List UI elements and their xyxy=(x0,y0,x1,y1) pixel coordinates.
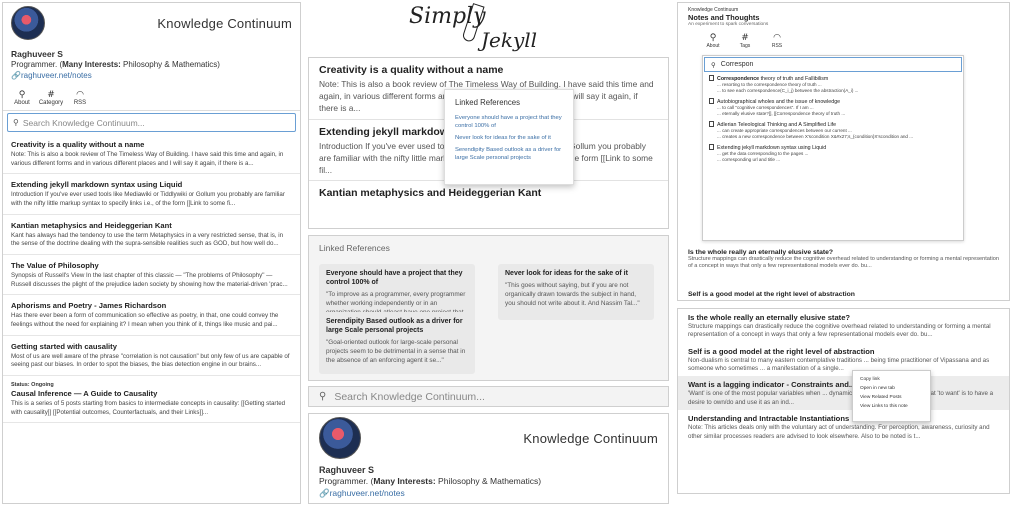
search-result[interactable]: Adlerian Teleological Thinking and A Sim… xyxy=(703,119,963,142)
menu-item-open-new-tab[interactable]: Open in new tab xyxy=(853,384,930,393)
site-title[interactable]: Knowledge Continuum xyxy=(157,16,292,31)
author-name: Raghuveer S xyxy=(11,49,63,59)
simply-jekyll-logo: Simply Jekyll xyxy=(409,3,538,52)
site-header-large: Knowledge Continuum Raghuveer S Programm… xyxy=(308,413,669,504)
document-icon xyxy=(709,120,714,127)
search-result[interactable]: Extending jekyll markdown syntax using L… xyxy=(703,142,963,165)
list-item[interactable]: Self is a good model at the right level … xyxy=(678,291,1009,298)
list-item[interactable]: Status: Ongoing Causal Inference — A Guid… xyxy=(3,376,300,424)
rss-icon: ◠ xyxy=(773,33,781,43)
avatar[interactable] xyxy=(319,417,361,459)
nav-tags[interactable]: # Tags xyxy=(732,33,758,49)
list-item[interactable]: Creativity is a quality without a name No… xyxy=(3,134,300,175)
popup-heading: Linked References xyxy=(455,98,521,107)
search-icon: ⚲ xyxy=(13,118,19,128)
reference-card[interactable]: Never look for ideas for the sake of it "… xyxy=(498,264,654,320)
popup-link[interactable]: Everyone should have a project that they… xyxy=(455,115,563,131)
profile: Raghuveer S Programmer. (Many Interests:… xyxy=(309,462,668,501)
nav-rss[interactable]: ◠ RSS xyxy=(764,33,790,49)
tagline: An experiment to spark conversations xyxy=(688,22,769,27)
linked-references-popup: Linked References Everyone should have a… xyxy=(444,89,574,185)
document-icon xyxy=(709,75,714,81)
reference-card[interactable]: Serendipity Based outlook as a driver fo… xyxy=(319,312,475,374)
list-item[interactable]: Is the whole really an eternally elusive… xyxy=(678,309,1009,343)
site-link[interactable]: 🔗raghuveer.net/notes xyxy=(11,71,292,82)
hash-icon: # xyxy=(47,90,55,101)
person-icon: ⚲ xyxy=(18,90,26,101)
nav-category[interactable]: # Category xyxy=(38,90,64,106)
search-input[interactable]: ⚲ Correspon xyxy=(704,57,962,72)
avatar[interactable] xyxy=(11,6,45,40)
popup-link[interactable]: Never look for ideas for the sake of it xyxy=(455,135,563,143)
nav-rss[interactable]: ◠ RSS xyxy=(67,90,93,106)
menu-item-links-to-note[interactable]: View Links to this note xyxy=(853,402,930,411)
list-item[interactable]: Getting started with causality Most of us… xyxy=(3,336,300,377)
list-item[interactable]: Aphorisms and Poetry - James Richardson H… xyxy=(3,295,300,336)
search-dropdown: ⚲ Correspon Correspondence theory of trut… xyxy=(702,55,964,241)
menu-item-related-posts[interactable]: View Related Posts xyxy=(853,393,930,402)
search-icon: ⚲ xyxy=(711,60,716,69)
page-title: Notes and Thoughts xyxy=(688,13,760,22)
document-icon xyxy=(709,97,714,104)
menu-item-copy-link[interactable]: Copy link xyxy=(853,375,930,384)
profile: Raghuveer S Programmer. (Many Interests:… xyxy=(3,43,300,86)
nav-about[interactable]: ⚲ About xyxy=(700,33,726,49)
person-icon: ⚲ xyxy=(709,33,717,43)
list-item[interactable]: Is the whole really an eternally elusive… xyxy=(678,249,1009,271)
search-input[interactable]: ⚲ Search Knowledge Continuum... xyxy=(308,386,669,407)
rss-icon: ◠ xyxy=(76,90,84,101)
nav-bar: ⚲ About # Tags ◠ RSS xyxy=(678,30,1009,52)
popup-link[interactable]: Serendipity Based outlook as a driver fo… xyxy=(455,147,563,163)
site-title[interactable]: Knowledge Continuum xyxy=(678,3,1009,13)
search-input[interactable]: ⚲ Search Knowledge Continuum... xyxy=(7,113,296,133)
nav-about[interactable]: ⚲ About xyxy=(9,90,35,106)
list-item[interactable]: Self is a good model at the right level … xyxy=(678,343,1009,377)
context-menu: Copy link Open in new tab View Related P… xyxy=(852,370,931,422)
site-header: Knowledge Continuum xyxy=(3,3,300,43)
list-item[interactable]: The Value of Philosophy Synopsis of Russe… xyxy=(3,255,300,296)
list-item[interactable]: Kantian metaphysics and Heideggerian Kan… xyxy=(3,215,300,256)
author-bio: Programmer. (Many Interests: Philosophy … xyxy=(319,476,542,487)
list-item[interactable]: Extending jekyll markdown syntax using L… xyxy=(3,174,300,215)
list-item[interactable]: Want is a lagging indicator - Constraint… xyxy=(678,376,1009,411)
hash-icon: # xyxy=(741,33,749,43)
linked-references-heading: Linked References xyxy=(319,243,390,253)
nav-bar: ⚲ About # Category ◠ RSS xyxy=(3,86,300,112)
search-icon: ⚲ xyxy=(319,391,327,402)
document-icon xyxy=(709,143,714,150)
site-title[interactable]: Knowledge Continuum xyxy=(523,431,658,446)
list-item[interactable]: Understanding and Intractable Instantiat… xyxy=(678,410,1009,444)
left-panel: Knowledge Continuum Raghuveer S Programm… xyxy=(2,2,301,504)
search-results-panel: Knowledge Continuum Notes and Thoughts A… xyxy=(677,2,1010,301)
search-result[interactable]: Autobiographical wholes and the issue of… xyxy=(703,96,963,119)
author-bio: Programmer. (Many Interests: Philosophy … xyxy=(11,60,220,70)
site-link[interactable]: 🔗raghuveer.net/notes xyxy=(319,488,658,499)
author-name: Raghuveer S xyxy=(319,465,375,475)
linked-references-section: Linked References Everyone should have a… xyxy=(308,235,669,381)
post-list-context: Is the whole really an eternally elusive… xyxy=(677,308,1010,494)
search-result[interactable]: Correspondence theory of truth and Falli… xyxy=(703,73,963,96)
status-badge: Status: Ongoing xyxy=(11,382,54,389)
site-header: Knowledge Continuum xyxy=(309,414,668,462)
